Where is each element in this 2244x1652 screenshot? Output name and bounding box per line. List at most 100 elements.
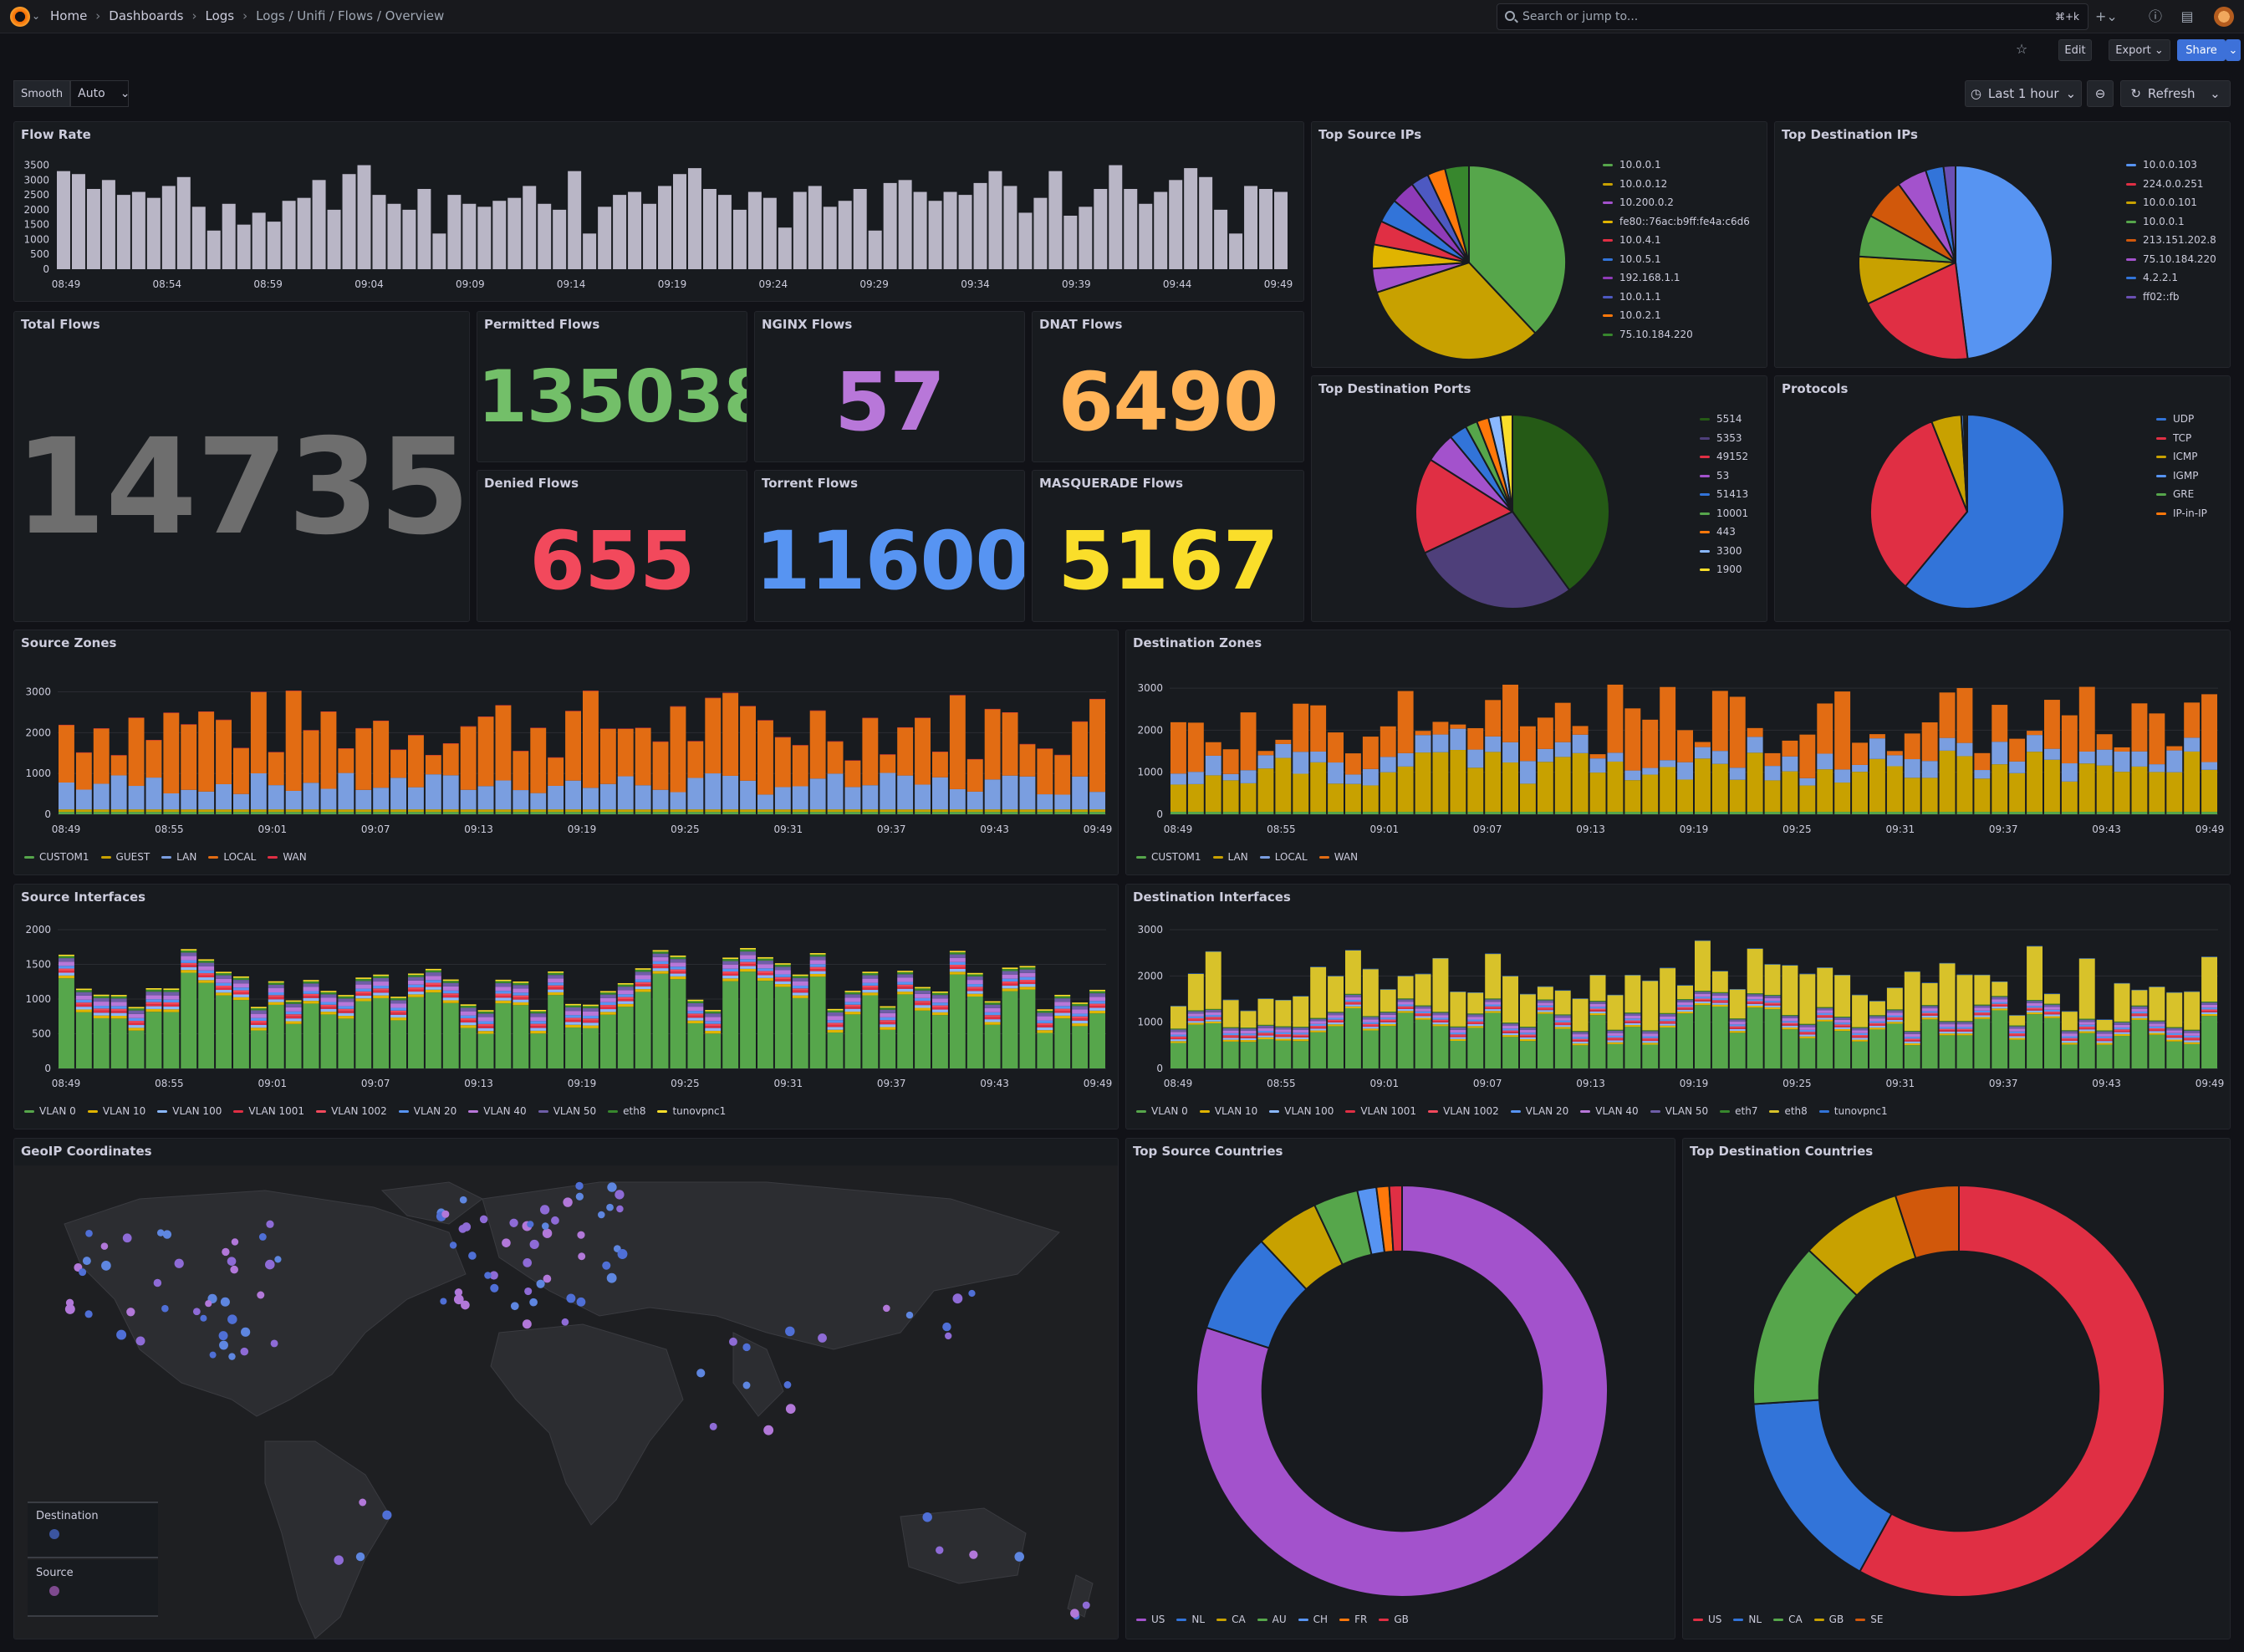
geo-point[interactable]: [539, 1205, 550, 1215]
legend-item[interactable]: VLAN 20: [1510, 1105, 1568, 1117]
legend-item[interactable]: CA: [1773, 1614, 1803, 1625]
geo-point[interactable]: [536, 1279, 545, 1288]
legend-item[interactable]: 10.0.0.101: [2126, 193, 2216, 212]
geo-point[interactable]: [222, 1247, 230, 1257]
legend-item[interactable]: VLAN 100: [157, 1105, 222, 1117]
pie-slice[interactable]: [1752, 1399, 1893, 1573]
legend-item[interactable]: tunovpnc1: [657, 1105, 726, 1117]
legend-item[interactable]: 3300: [1700, 542, 1748, 561]
geo-point[interactable]: [209, 1351, 217, 1359]
legend-item[interactable]: 443: [1700, 523, 1748, 542]
geo-point[interactable]: [258, 1233, 267, 1241]
geo-point[interactable]: [64, 1303, 75, 1314]
legend-item[interactable]: NL: [1176, 1614, 1205, 1625]
legend-item[interactable]: VLAN 1002: [316, 1105, 387, 1117]
panel-protocols[interactable]: Protocols UDP TCP ICMP IGMP GRE IP-in-IP: [1774, 375, 2231, 622]
legend-item[interactable]: 49152: [1700, 447, 1748, 467]
geo-point[interactable]: [228, 1353, 236, 1360]
geo-point[interactable]: [575, 1181, 584, 1191]
geo-point[interactable]: [479, 1215, 488, 1224]
geo-point[interactable]: [116, 1329, 127, 1340]
legend-item[interactable]: ff02::fb: [2126, 288, 2216, 307]
geo-point[interactable]: [135, 1336, 145, 1346]
geo-point[interactable]: [551, 1216, 559, 1225]
legend-item[interactable]: VLAN 10: [1199, 1105, 1257, 1117]
panel-top-source-countries[interactable]: Top Source Countries US NL CA AU CH FR GB: [1125, 1138, 1675, 1639]
legend-item[interactable]: GUEST: [100, 851, 150, 863]
geo-point[interactable]: [449, 1242, 457, 1249]
legend-item[interactable]: 5514: [1700, 410, 1748, 429]
legend-item[interactable]: 53: [1700, 467, 1748, 486]
legend-item[interactable]: eth8: [1769, 1105, 1808, 1117]
geo-point[interactable]: [453, 1294, 464, 1305]
legend-item[interactable]: 192.168.1.1: [1603, 268, 1750, 288]
geo-point[interactable]: [818, 1333, 827, 1343]
geo-point[interactable]: [334, 1555, 344, 1565]
legend-item[interactable]: AU: [1257, 1614, 1287, 1625]
breadcrumb-logs[interactable]: Logs: [206, 8, 235, 23]
share-button[interactable]: Share: [2177, 39, 2226, 61]
geo-point[interactable]: [575, 1192, 584, 1201]
legend-item[interactable]: VLAN 50: [1650, 1105, 1708, 1117]
plus-icon[interactable]: +⌄: [2095, 7, 2118, 27]
geo-point[interactable]: [543, 1274, 552, 1283]
geo-point[interactable]: [174, 1258, 184, 1268]
geo-point[interactable]: [883, 1304, 890, 1313]
legend-item[interactable]: 4.2.2.1: [2126, 268, 2216, 288]
geo-point[interactable]: [84, 1310, 93, 1318]
geo-point[interactable]: [355, 1552, 365, 1562]
panel-source-interfaces[interactable]: Source Interfaces 0 500 1000 1500 2000 08:49 0…: [13, 884, 1119, 1129]
legend-item[interactable]: 10.0.2.1: [1603, 306, 1750, 325]
geo-point[interactable]: [1014, 1552, 1024, 1562]
geo-point[interactable]: [490, 1283, 499, 1293]
geo-point[interactable]: [82, 1257, 91, 1266]
legend-item[interactable]: CUSTOM1: [24, 851, 89, 863]
legend-item[interactable]: LOCAL: [208, 851, 256, 863]
panel-destination-zones[interactable]: Destination Zones 0 1000 2000 3000 08:49 08:5…: [1125, 630, 2231, 875]
geo-point[interactable]: [227, 1314, 237, 1324]
geo-point[interactable]: [606, 1203, 614, 1211]
geo-point[interactable]: [529, 1239, 539, 1250]
panel-total-flows[interactable]: Total Flows 147350: [13, 311, 470, 622]
geo-point[interactable]: [566, 1293, 576, 1303]
geo-point[interactable]: [1082, 1601, 1090, 1609]
geo-point[interactable]: [468, 1252, 477, 1260]
legend-item[interactable]: 10001: [1700, 504, 1748, 523]
legend-item[interactable]: US: [1693, 1614, 1721, 1625]
legend-item[interactable]: eth7: [1720, 1105, 1757, 1117]
geo-point[interactable]: [969, 1550, 978, 1559]
panel-source-zones[interactable]: Source Zones 0 1000 2000 3000 08:49 08:55 09:0…: [13, 630, 1119, 875]
legend-item[interactable]: 75.10.184.220: [1603, 325, 1750, 344]
legend-item[interactable]: 10.0.5.1: [1603, 250, 1750, 269]
legend-item[interactable]: WAN: [268, 851, 307, 863]
chevron-down-icon[interactable]: ⌄: [32, 10, 40, 22]
geo-point[interactable]: [607, 1182, 617, 1192]
geo-point[interactable]: [922, 1512, 932, 1522]
geo-point[interactable]: [270, 1339, 278, 1348]
star-icon[interactable]: ☆: [2012, 39, 2032, 59]
smooth-variable-select[interactable]: Auto ⌄: [70, 80, 130, 107]
geo-point[interactable]: [942, 1322, 951, 1332]
legend-item[interactable]: LAN: [161, 851, 196, 863]
geo-point[interactable]: [709, 1422, 717, 1430]
legend-item[interactable]: WAN: [1318, 851, 1358, 863]
zoom-out-button[interactable]: ⊖: [2087, 80, 2114, 107]
geo-point[interactable]: [952, 1293, 963, 1304]
legend-item[interactable]: VLAN 40: [468, 1105, 527, 1117]
export-button[interactable]: Export ⌄: [2109, 39, 2170, 61]
geo-point[interactable]: [79, 1268, 87, 1277]
legend-item[interactable]: VLAN 100: [1269, 1105, 1334, 1117]
grafana-logo-icon[interactable]: [10, 7, 30, 27]
panel-permitted-flows[interactable]: Permitted Flows 135038: [477, 311, 747, 462]
legend-item[interactable]: CUSTOM1: [1136, 851, 1201, 863]
panel-top-destination-countries[interactable]: Top Destination Countries US NL CA GB SE: [1682, 1138, 2231, 1639]
geo-point[interactable]: [578, 1252, 586, 1261]
search-input[interactable]: Search or jump to... ⌘+k: [1497, 3, 2088, 30]
legend-item[interactable]: VLAN 0: [24, 1105, 76, 1117]
panel-dnat-flows[interactable]: DNAT Flows 6490: [1032, 311, 1304, 462]
legend-item[interactable]: 10.200.0.2: [1603, 193, 1750, 212]
geo-point[interactable]: [763, 1425, 774, 1435]
legend-item[interactable]: ICMP: [2156, 447, 2207, 467]
geo-point[interactable]: [696, 1369, 706, 1378]
time-range-picker[interactable]: ◷ Last 1 hour ⌄: [1965, 80, 2082, 107]
